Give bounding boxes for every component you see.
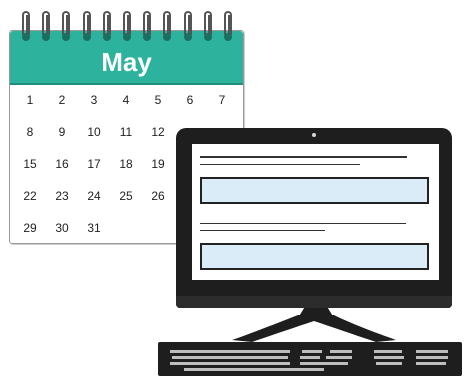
binding-ring bbox=[203, 11, 214, 45]
calendar-day: 3 bbox=[90, 93, 98, 107]
calendar-day: 19 bbox=[151, 157, 165, 171]
calendar-day: 1 bbox=[26, 93, 34, 107]
calendar-day bbox=[142, 217, 174, 249]
calendar-month: May bbox=[101, 47, 152, 77]
screen-input-box bbox=[200, 243, 429, 270]
calendar-day: 18 bbox=[119, 157, 133, 171]
text-line bbox=[200, 156, 407, 158]
screen-input-box bbox=[200, 177, 429, 204]
calendar-day: 7 bbox=[218, 93, 226, 107]
binding-ring bbox=[62, 11, 72, 45]
calendar-day: 4 bbox=[122, 93, 130, 107]
webcam-dot bbox=[312, 133, 316, 137]
binding-ring bbox=[183, 11, 194, 45]
monitor-stand-base bbox=[232, 315, 396, 342]
text-line bbox=[200, 164, 360, 165]
calendar-day: 31 bbox=[87, 221, 101, 235]
calendar-day: 2 bbox=[58, 93, 66, 107]
calendar-day: 24 bbox=[87, 189, 101, 203]
calendar-day: 25 bbox=[119, 189, 133, 203]
calendar-day: 16 bbox=[55, 157, 69, 171]
binding-ring bbox=[22, 11, 32, 45]
binding-ring bbox=[223, 11, 234, 45]
monitor-screen bbox=[192, 144, 439, 280]
key-row bbox=[170, 350, 450, 353]
calendar-day: 8 bbox=[26, 125, 34, 139]
binding-ring bbox=[102, 11, 113, 45]
monitor-chin bbox=[176, 296, 452, 308]
calendar-day: 23 bbox=[55, 189, 69, 203]
calendar-day bbox=[110, 217, 142, 249]
calendar-binding-rings bbox=[22, 11, 234, 45]
binding-ring bbox=[163, 11, 173, 45]
calendar-day: 17 bbox=[87, 157, 101, 171]
calendar-day: 26 bbox=[151, 189, 165, 203]
calendar-day: 15 bbox=[23, 157, 37, 171]
calendar-day: 30 bbox=[55, 221, 69, 235]
calendar-day: 29 bbox=[23, 221, 37, 235]
calendar-day: 22 bbox=[23, 189, 37, 203]
calendar-day: 6 bbox=[186, 93, 194, 107]
text-line bbox=[200, 230, 325, 231]
calendar-day: 9 bbox=[58, 125, 66, 139]
text-line bbox=[200, 223, 406, 224]
calendar-day: 5 bbox=[154, 93, 162, 107]
key-row bbox=[184, 368, 384, 371]
desktop-computer-icon bbox=[176, 128, 452, 308]
binding-ring bbox=[82, 11, 93, 45]
calendar-day: 10 bbox=[87, 125, 101, 139]
keyboard-icon bbox=[158, 342, 462, 376]
binding-ring bbox=[42, 11, 52, 45]
binding-ring bbox=[143, 11, 153, 45]
calendar-day: 11 bbox=[119, 125, 133, 139]
binding-ring bbox=[122, 11, 133, 45]
key-row bbox=[170, 362, 450, 365]
calendar-day: 12 bbox=[151, 125, 165, 139]
key-row bbox=[172, 356, 452, 359]
